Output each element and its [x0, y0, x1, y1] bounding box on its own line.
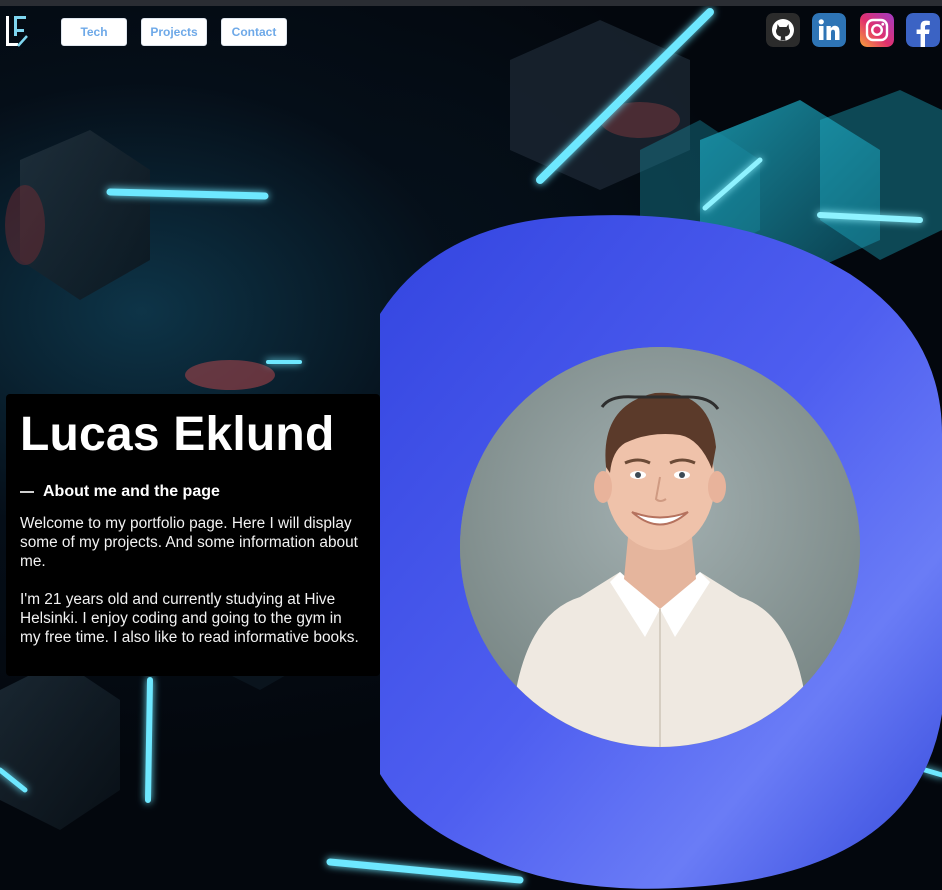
- github-icon: [766, 13, 800, 47]
- intro-paragraph-1: Welcome to my portfolio page. Here I wil…: [20, 515, 358, 571]
- linkedin-link[interactable]: [812, 13, 846, 47]
- section-subheading: About me and the page: [20, 482, 366, 502]
- instagram-link[interactable]: [860, 13, 894, 47]
- facebook-link[interactable]: [906, 13, 940, 47]
- nav-button-tech[interactable]: Tech: [61, 18, 127, 46]
- intro-paragraph-2: I'm 21 years old and currently studying …: [20, 590, 359, 647]
- intro-card: Lucas Eklund About me and the page Welco…: [6, 394, 380, 676]
- profile-photo-illustration: [460, 347, 860, 747]
- facebook-icon: [906, 13, 940, 47]
- nav-button-contact[interactable]: Contact: [221, 18, 287, 46]
- dash-divider: [20, 491, 34, 493]
- top-navigation-bar: Tech Projects Contact: [0, 6, 942, 56]
- logo-icon[interactable]: [5, 14, 29, 48]
- page-title-name: Lucas Eklund: [20, 408, 335, 461]
- portfolio-page: Tech Projects Contact Lucas Eklund About…: [0, 0, 942, 890]
- github-link[interactable]: [766, 13, 800, 47]
- browser-top-strip: [0, 0, 942, 6]
- profile-photo: [460, 347, 860, 747]
- subheading-text: About me and the page: [43, 483, 220, 500]
- nav-button-projects[interactable]: Projects: [141, 18, 207, 46]
- linkedin-icon: [812, 13, 846, 47]
- instagram-icon: [860, 13, 894, 47]
